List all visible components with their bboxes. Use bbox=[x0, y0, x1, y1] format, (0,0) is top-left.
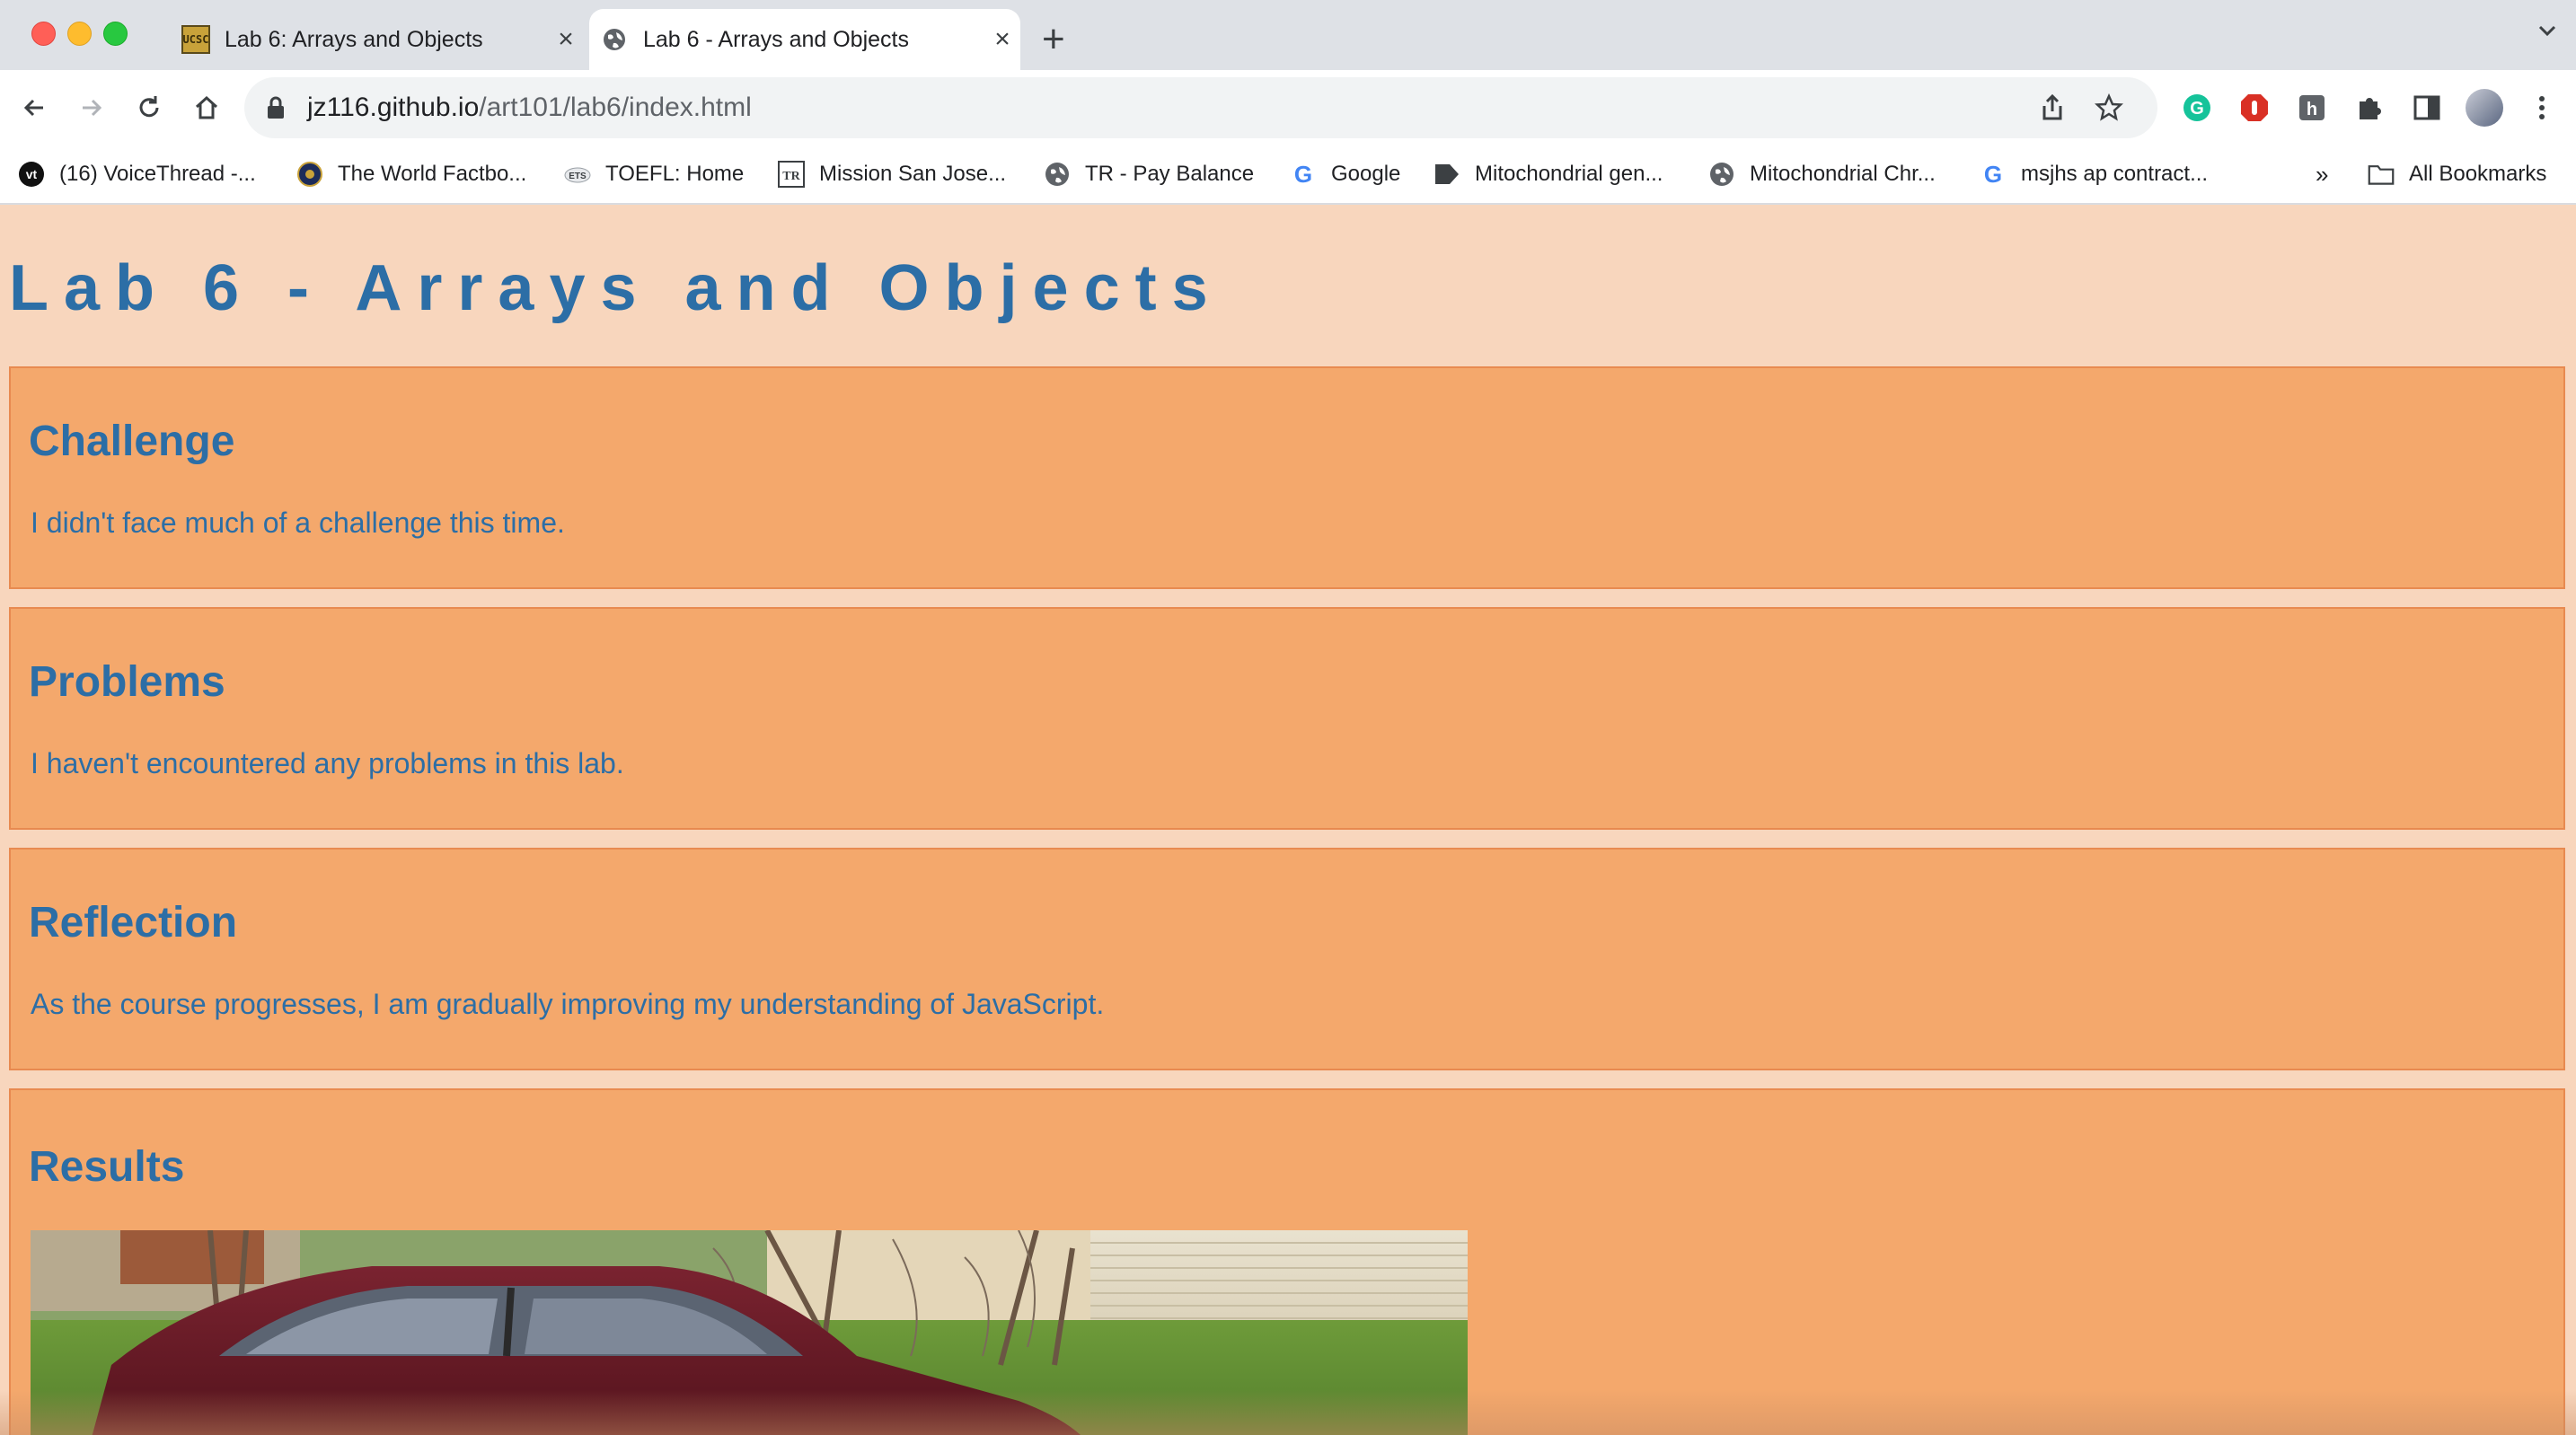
tab-search-chevron-icon[interactable] bbox=[2536, 18, 2558, 48]
bookmark-label: Mitochondrial Chr... bbox=[1750, 162, 1936, 186]
bookmark-label: msjhs ap contract... bbox=[2021, 162, 2209, 186]
back-button[interactable] bbox=[14, 88, 54, 128]
url-text: jz116.github.io/art101/lab6/index.html bbox=[307, 92, 752, 123]
browser-toolbar: jz116.github.io/art101/lab6/index.html G… bbox=[0, 70, 2576, 145]
tab-lab6-active[interactable]: Lab 6 - Arrays and Objects × bbox=[589, 9, 1020, 70]
arrow-left-icon bbox=[23, 99, 43, 117]
google-icon: G bbox=[1980, 161, 2007, 188]
kebab-menu-icon[interactable] bbox=[2522, 88, 2562, 128]
folder-icon bbox=[2368, 161, 2395, 188]
section-heading: Results bbox=[29, 1143, 185, 1191]
svg-text:G: G bbox=[1984, 161, 2002, 188]
extensions-puzzle-icon[interactable] bbox=[2350, 88, 2389, 128]
tab-strip: UCSC Lab 6: Arrays and Objects × Lab 6 -… bbox=[0, 0, 2576, 70]
bookmark-tag-icon bbox=[1434, 161, 1460, 188]
all-bookmarks-label: All Bookmarks bbox=[2409, 162, 2547, 186]
close-window-button[interactable] bbox=[31, 22, 56, 46]
globe-icon bbox=[1044, 161, 1071, 188]
bookmark-google[interactable]: G Google bbox=[1290, 156, 1401, 192]
section-heading: Problems bbox=[29, 658, 225, 706]
bookmark-label: (16) VoiceThread -... bbox=[59, 162, 256, 186]
svg-text:G: G bbox=[2190, 99, 2204, 119]
bookmark-mission-san-jose[interactable]: TR Mission San Jose... bbox=[778, 156, 1006, 192]
grammarly-extension-icon[interactable]: G bbox=[2177, 88, 2217, 128]
bookmark-label: Google bbox=[1331, 162, 1401, 186]
reload-icon bbox=[139, 96, 159, 118]
close-tab-icon[interactable]: × bbox=[548, 24, 584, 55]
bookmark-voicethread[interactable]: vt (16) VoiceThread -... bbox=[18, 156, 256, 192]
bookmark-mitochondrial-gen[interactable]: Mitochondrial gen... bbox=[1434, 156, 1663, 192]
address-bar[interactable]: jz116.github.io/art101/lab6/index.html bbox=[244, 77, 2157, 138]
svg-text:h: h bbox=[2307, 100, 2317, 119]
bookmark-msjhs-ap[interactable]: G msjhs ap contract... bbox=[1980, 156, 2208, 192]
lock-icon bbox=[268, 96, 284, 119]
globe-icon bbox=[1708, 161, 1735, 188]
url-host: jz116.github.io bbox=[307, 92, 480, 122]
section-heading: Reflection bbox=[29, 899, 238, 946]
problems-section: Problems I haven't encountered any probl… bbox=[9, 607, 2565, 830]
bookmark-star-icon[interactable] bbox=[2095, 93, 2123, 122]
bookmark-label: Mitochondrial gen... bbox=[1475, 162, 1663, 186]
challenge-section: Challenge I didn't face much of a challe… bbox=[9, 366, 2565, 589]
home-icon bbox=[195, 95, 218, 119]
reflection-section: Reflection As the course progresses, I a… bbox=[9, 848, 2565, 1070]
cia-seal-icon bbox=[296, 161, 323, 188]
bookmark-label: The World Factbo... bbox=[338, 162, 527, 186]
google-icon: G bbox=[1290, 161, 1317, 188]
globe-icon bbox=[604, 29, 625, 50]
section-text: As the course progresses, I am gradually… bbox=[31, 988, 1105, 1020]
profile-avatar[interactable] bbox=[2465, 88, 2504, 128]
reload-button[interactable] bbox=[129, 88, 169, 128]
bookmark-tr-pay-balance[interactable]: TR - Pay Balance bbox=[1044, 156, 1254, 192]
tab-title: Lab 6: Arrays and Objects bbox=[225, 26, 483, 52]
bookmark-world-factbook[interactable]: The World Factbo... bbox=[296, 156, 526, 192]
bookmarks-bar: vt (16) VoiceThread -... The World Factb… bbox=[0, 145, 2576, 205]
bookmark-mitochondrial-chr[interactable]: Mitochondrial Chr... bbox=[1708, 156, 1936, 192]
arrow-right-icon bbox=[83, 99, 102, 117]
close-tab-icon[interactable]: × bbox=[984, 24, 1020, 55]
svg-text:vt: vt bbox=[26, 167, 38, 181]
forward-button[interactable] bbox=[72, 88, 111, 128]
svg-text:G: G bbox=[1294, 161, 1312, 188]
overflow-chevron-icon: » bbox=[2316, 160, 2329, 188]
svg-text:TR: TR bbox=[782, 170, 800, 183]
section-text: I haven't encountered any problems in th… bbox=[31, 747, 624, 779]
ets-icon: ETS bbox=[564, 161, 591, 188]
all-bookmarks-button[interactable]: All Bookmarks bbox=[2368, 156, 2546, 192]
bookmark-toefl[interactable]: ETS TOEFL: Home bbox=[564, 156, 744, 192]
voicethread-icon: vt bbox=[18, 161, 45, 188]
section-heading: Challenge bbox=[29, 418, 235, 465]
svg-text:ETS: ETS bbox=[569, 172, 587, 181]
adblock-extension-icon[interactable] bbox=[2235, 88, 2274, 128]
bookmark-label: TOEFL: Home bbox=[605, 162, 745, 186]
bookmarks-overflow-button[interactable]: » bbox=[2316, 156, 2328, 192]
bookmark-label: Mission San Jose... bbox=[819, 162, 1007, 186]
zoom-window-button[interactable] bbox=[103, 22, 128, 46]
bottom-shadow bbox=[0, 1390, 2576, 1435]
honey-extension-icon[interactable]: h bbox=[2292, 88, 2332, 128]
results-section: Results bbox=[9, 1088, 2565, 1435]
page-title: Lab 6 - Arrays and Objects bbox=[9, 252, 1223, 324]
section-text: I didn't face much of a challenge this t… bbox=[31, 506, 565, 539]
page-content: Lab 6 - Arrays and Objects Challenge I d… bbox=[0, 205, 2576, 1435]
bookmark-label: TR - Pay Balance bbox=[1085, 162, 1255, 186]
ucsc-favicon: UCSC bbox=[181, 25, 210, 54]
tab-lab6-ucsc[interactable]: UCSC Lab 6: Arrays and Objects × bbox=[171, 9, 584, 70]
url-path: /art101/lab6/index.html bbox=[479, 92, 752, 122]
new-tab-button[interactable]: + bbox=[1042, 16, 1065, 63]
side-panel-icon[interactable] bbox=[2407, 88, 2447, 128]
tr-icon: TR bbox=[778, 161, 805, 188]
home-button[interactable] bbox=[187, 88, 226, 128]
share-icon[interactable] bbox=[2039, 93, 2066, 122]
tab-title: Lab 6 - Arrays and Objects bbox=[643, 26, 909, 52]
minimize-window-button[interactable] bbox=[67, 22, 92, 46]
